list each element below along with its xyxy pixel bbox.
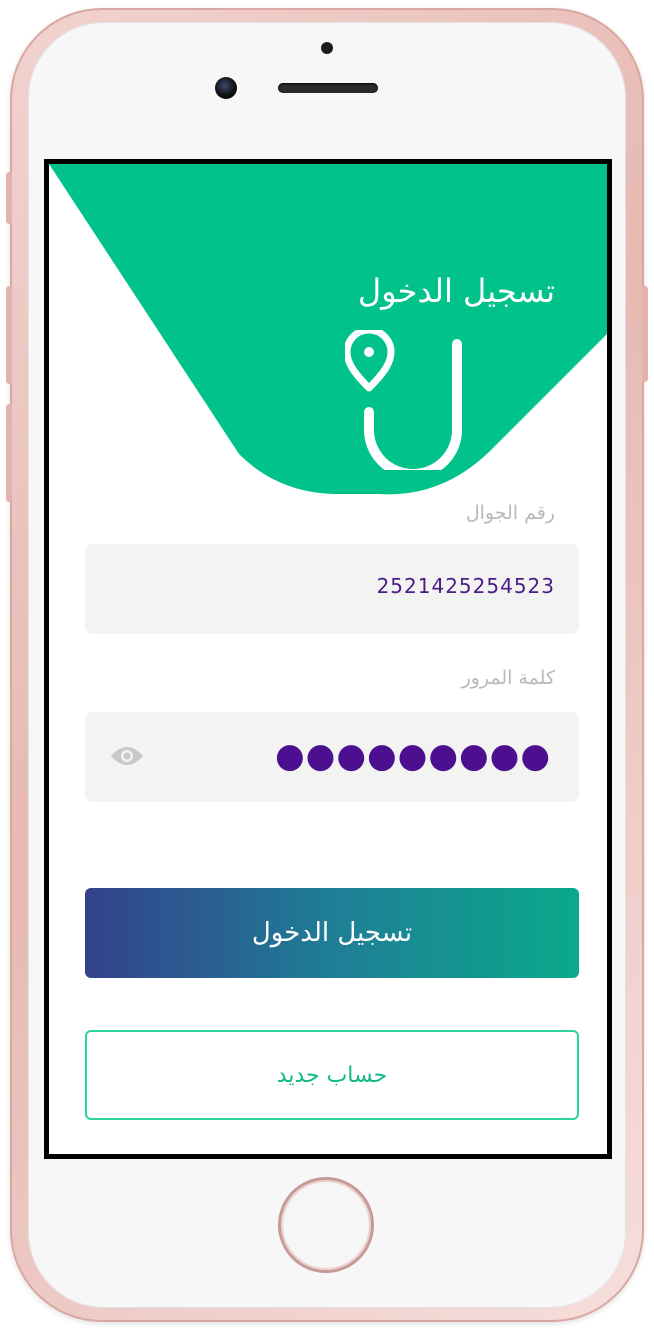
volume-up-button [6,286,12,384]
device-screen: تسجيل الدخول رقم الجوال 2521425254523 كل… [44,159,612,1159]
proximity-sensor [321,42,333,54]
front-camera [215,77,237,99]
page-title: تسجيل الدخول [357,272,555,310]
home-button[interactable] [278,1177,374,1273]
new-account-button[interactable]: حساب جديد [85,1030,579,1120]
phone-field[interactable]: 2521425254523 [85,544,579,634]
earpiece-speaker [278,83,378,93]
eye-icon[interactable] [109,742,145,770]
password-input-value[interactable]: ●●●●●●●●● [275,734,551,778]
volume-down-button [6,404,12,502]
password-label: كلمة المرور [461,667,555,689]
phone-input-value[interactable]: 2521425254523 [377,574,555,598]
mute-switch [6,172,12,224]
power-button [642,286,648,382]
location-pin-u-logo-icon [345,330,462,470]
login-button[interactable]: تسجيل الدخول [85,888,579,978]
phone-label: رقم الجوال [465,502,555,524]
login-button-label: تسجيل الدخول [251,918,413,948]
login-screen: تسجيل الدخول رقم الجوال 2521425254523 كل… [49,164,607,1154]
new-account-button-label: حساب جديد [276,1062,388,1088]
header-shape [49,164,607,495]
password-field[interactable]: ●●●●●●●●● [85,712,579,802]
